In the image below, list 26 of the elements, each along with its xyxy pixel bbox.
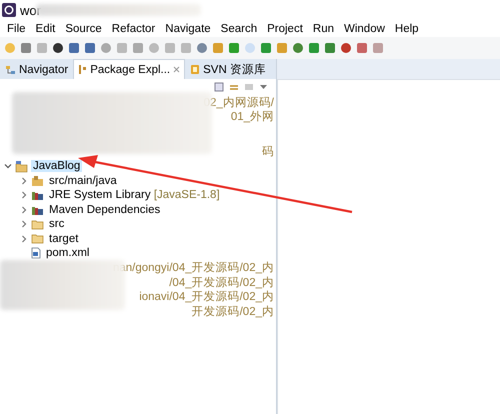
tree-item[interactable]: 开发源码/02_内 — [192, 304, 274, 319]
tree-item[interactable]: 01_外网 — [230, 109, 274, 124]
view-tab[interactable]: Navigator — [0, 59, 74, 79]
tree-item[interactable]: Maven Dependencies — [47, 204, 162, 216]
menu-item[interactable]: File — [2, 22, 31, 34]
tree-item[interactable]: JavaBlog — [31, 160, 82, 172]
tree-item[interactable]: target — [47, 232, 80, 245]
menu-item[interactable]: Edit — [30, 22, 60, 34]
menu-item[interactable]: Refactor — [106, 22, 160, 34]
window-title: wor — [20, 2, 41, 18]
menu-item[interactable]: Search — [216, 22, 262, 34]
view-tab[interactable]: SVN 资源库 — [185, 59, 271, 79]
menu-item[interactable]: Run — [308, 22, 339, 34]
tree-item[interactable]: src/main/java — [47, 174, 119, 187]
menu-item[interactable]: Project — [262, 22, 308, 34]
tree-item[interactable]: src — [47, 218, 66, 230]
tree-item[interactable]: 码 — [262, 144, 274, 160]
tree-item[interactable]: pom.xml — [44, 247, 92, 260]
menu-item[interactable]: Help — [390, 22, 424, 34]
tree-item[interactable]: ionavi/04_开发源码/02_内 — [139, 289, 274, 304]
tree-item[interactable]: /04_开发源码/02_内 — [169, 274, 274, 290]
menu-item[interactable]: Window — [339, 22, 390, 34]
tree-item[interactable]: JRE System Library [JavaSE-1.8] — [47, 189, 222, 202]
view-tab[interactable]: Package Expl... — [73, 59, 186, 79]
menu-item[interactable]: Navigate — [160, 22, 216, 34]
menu-item[interactable]: Source — [60, 22, 107, 34]
